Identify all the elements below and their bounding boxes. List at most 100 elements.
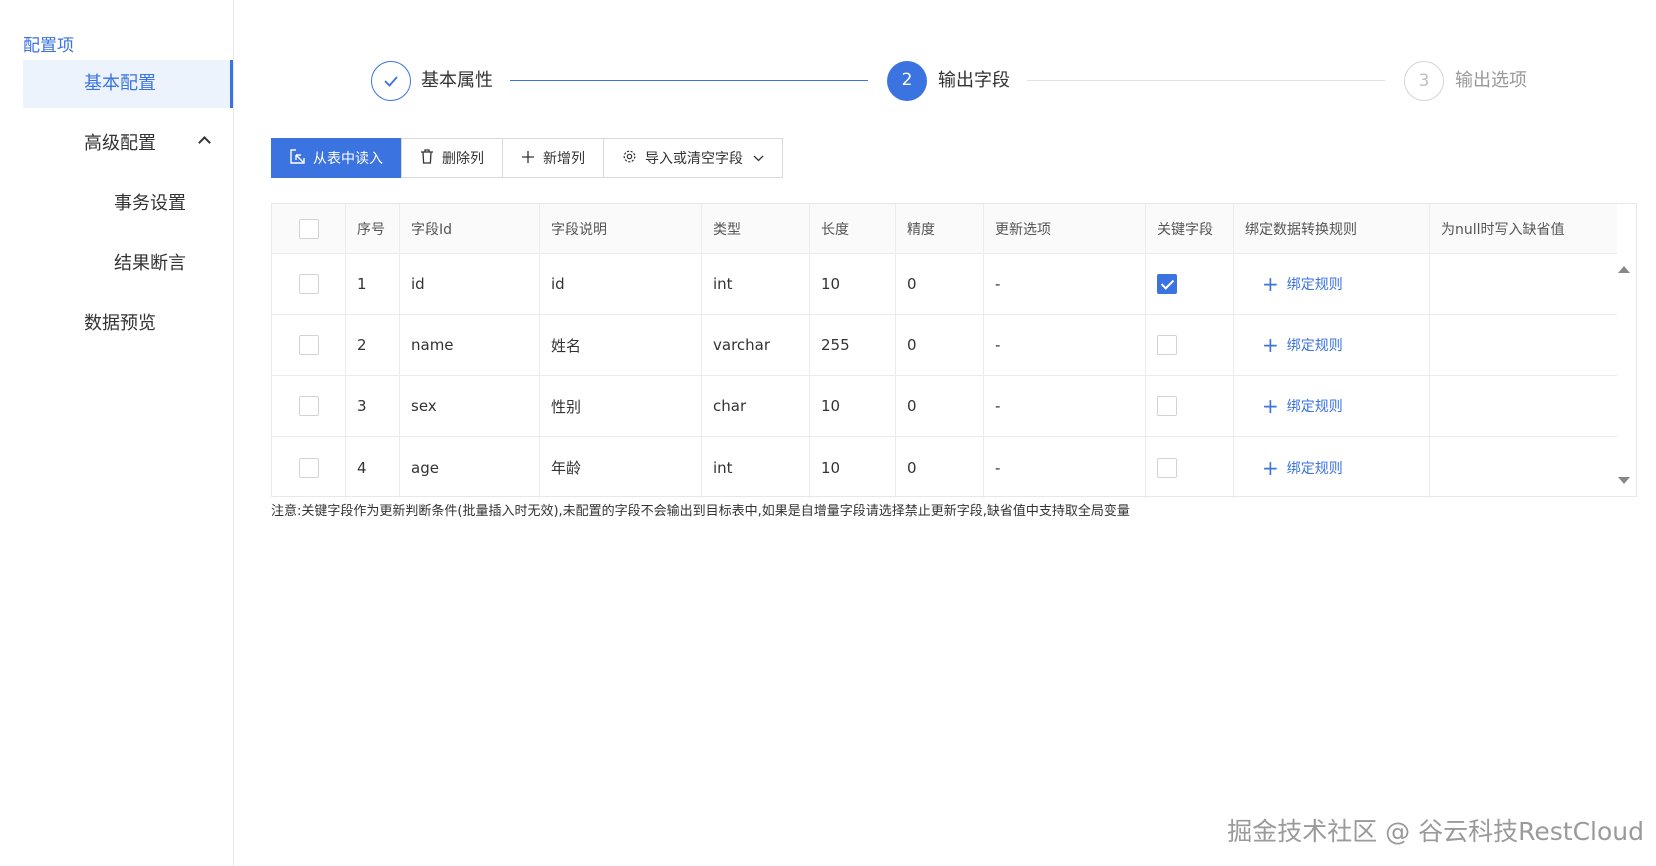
- header-update-option: 更新选项: [984, 204, 1146, 253]
- cell-type: varchar: [702, 315, 810, 375]
- cell-index: 4: [346, 437, 400, 498]
- cell-type: char: [702, 376, 810, 436]
- select-all-checkbox[interactable]: [298, 218, 319, 239]
- step-1-check-icon[interactable]: [371, 61, 411, 101]
- cell-default-null: [1430, 254, 1594, 314]
- header-key-field: 关键字段: [1146, 204, 1234, 253]
- step-1-label: 基本属性: [421, 70, 493, 91]
- sidebar-title: 配置项: [23, 36, 74, 56]
- chevron-down-icon: [753, 150, 764, 166]
- read-from-table-label: 从表中读入: [313, 151, 383, 167]
- select-cursor-icon: [290, 149, 305, 167]
- add-column-label: 新增列: [543, 151, 585, 167]
- header-precision: 精度: [896, 204, 984, 253]
- key-field-checkbox[interactable]: [1157, 335, 1177, 355]
- bind-rule-label: 绑定规则: [1286, 277, 1343, 293]
- cell-key-field: [1146, 437, 1234, 498]
- delete-column-label: 删除列: [442, 151, 484, 167]
- cell-precision: 0: [896, 437, 984, 498]
- key-field-checkbox[interactable]: [1157, 274, 1177, 294]
- bind-rule-link[interactable]: + 绑定规则: [1262, 274, 1343, 294]
- plus-icon: +: [1262, 394, 1279, 418]
- sidebar-item-label: 数据预览: [84, 313, 156, 334]
- row-checkbox[interactable]: [298, 335, 319, 355]
- cell-description: id: [540, 254, 702, 314]
- row-select-cell: [272, 254, 346, 314]
- import-clear-label: 导入或清空字段: [645, 151, 743, 167]
- plus-icon: +: [1262, 333, 1279, 357]
- step-connector: [1027, 80, 1385, 81]
- cell-update-option: -: [984, 315, 1146, 375]
- cell-bind-rule: + 绑定规则: [1234, 437, 1430, 498]
- step-3-label: 输出选项: [1455, 70, 1527, 91]
- cell-default-null: [1430, 437, 1594, 498]
- cell-field-id: age: [400, 437, 540, 498]
- table-row[interactable]: 2 name 姓名 varchar 255 0 - + 绑定规则: [272, 315, 1617, 376]
- plus-icon: [521, 150, 535, 167]
- cell-update-option: -: [984, 254, 1146, 314]
- scroll-down-arrow-icon[interactable]: [1618, 477, 1630, 484]
- table-row[interactable]: 1 id id int 10 0 - + 绑定规则: [272, 254, 1617, 315]
- scroll-up-arrow-icon[interactable]: [1618, 266, 1630, 273]
- sidebar-item-advanced-config[interactable]: 高级配置: [23, 120, 233, 168]
- sidebar: 配置项 基本配置 高级配置 事务设置 结果断言 数据预览: [0, 0, 234, 866]
- row-checkbox[interactable]: [298, 396, 319, 416]
- trash-icon: [420, 149, 434, 167]
- cell-precision: 0: [896, 315, 984, 375]
- step-3-number[interactable]: 3: [1404, 61, 1444, 101]
- add-column-button[interactable]: 新增列: [502, 138, 604, 178]
- fields-table: 序号 字段Id 字段说明 类型 长度 精度 更新选项 关键字段 绑定数据转换规则…: [271, 203, 1637, 498]
- table-row[interactable]: 3 sex 性别 char 10 0 - + 绑定规则: [272, 376, 1617, 437]
- read-from-table-button[interactable]: 从表中读入: [271, 138, 402, 178]
- row-checkbox[interactable]: [298, 274, 319, 294]
- sidebar-item-transaction-settings[interactable]: 事务设置: [23, 180, 233, 228]
- cell-key-field: [1146, 376, 1234, 436]
- cell-description: 姓名: [540, 315, 702, 375]
- cell-index: 1: [346, 254, 400, 314]
- header-index: 序号: [346, 204, 400, 253]
- cell-description: 年龄: [540, 437, 702, 498]
- cell-field-id: sex: [400, 376, 540, 436]
- toolbar: 从表中读入 删除列 新增列 导入或清空字段: [271, 138, 783, 178]
- table-row[interactable]: 4 age 年龄 int 10 0 - + 绑定规则: [272, 437, 1617, 498]
- header-bind-rule: 绑定数据转换规则: [1234, 204, 1430, 253]
- cell-key-field: [1146, 315, 1234, 375]
- sidebar-item-data-preview[interactable]: 数据预览: [23, 300, 233, 348]
- plus-icon: +: [1262, 272, 1279, 296]
- key-field-checkbox[interactable]: [1157, 457, 1177, 478]
- cell-field-id: name: [400, 315, 540, 375]
- cell-length: 255: [810, 315, 896, 375]
- table-note: 注意:关键字段作为更新判断条件(批量插入时无效),未配置的字段不会输出到目标表中…: [271, 504, 1130, 519]
- bind-rule-link[interactable]: + 绑定规则: [1262, 396, 1343, 416]
- gear-icon: [622, 149, 637, 167]
- header-default-null: 为null时写入缺省值: [1441, 221, 1565, 238]
- cell-precision: 0: [896, 376, 984, 436]
- app-root: 配置项 基本配置 高级配置 事务设置 结果断言 数据预览 基本属性 2 输出字段…: [0, 0, 1656, 866]
- bind-rule-label: 绑定规则: [1286, 460, 1343, 477]
- header-description: 字段说明: [540, 204, 702, 253]
- sidebar-item-basic-config[interactable]: 基本配置: [23, 60, 233, 108]
- step-2-number[interactable]: 2: [887, 61, 927, 101]
- header-field-id: 字段Id: [400, 204, 540, 253]
- cell-bind-rule: + 绑定规则: [1234, 315, 1430, 375]
- row-select-cell: [272, 376, 346, 436]
- cell-bind-rule: + 绑定规则: [1234, 376, 1430, 436]
- row-checkbox[interactable]: [298, 457, 319, 478]
- cell-description: 性别: [540, 376, 702, 436]
- sidebar-item-label: 事务设置: [114, 193, 186, 214]
- table-header: 序号 字段Id 字段说明 类型 长度 精度 更新选项 关键字段 绑定数据转换规则…: [272, 204, 1617, 254]
- delete-column-button[interactable]: 删除列: [401, 138, 503, 178]
- cell-type: int: [702, 437, 810, 498]
- cell-type: int: [702, 254, 810, 314]
- sidebar-item-label: 高级配置: [84, 133, 156, 154]
- cell-update-option: -: [984, 376, 1146, 436]
- key-field-checkbox[interactable]: [1157, 396, 1177, 416]
- cell-index: 3: [346, 376, 400, 436]
- bind-rule-link[interactable]: + 绑定规则: [1262, 335, 1343, 355]
- cell-default-null: [1430, 315, 1594, 375]
- sidebar-item-result-assertion[interactable]: 结果断言: [23, 240, 233, 288]
- import-clear-dropdown[interactable]: 导入或清空字段: [603, 138, 783, 178]
- cell-key-field: [1146, 254, 1234, 314]
- bind-rule-link[interactable]: + 绑定规则: [1262, 458, 1343, 478]
- chevron-up-icon: [198, 136, 211, 149]
